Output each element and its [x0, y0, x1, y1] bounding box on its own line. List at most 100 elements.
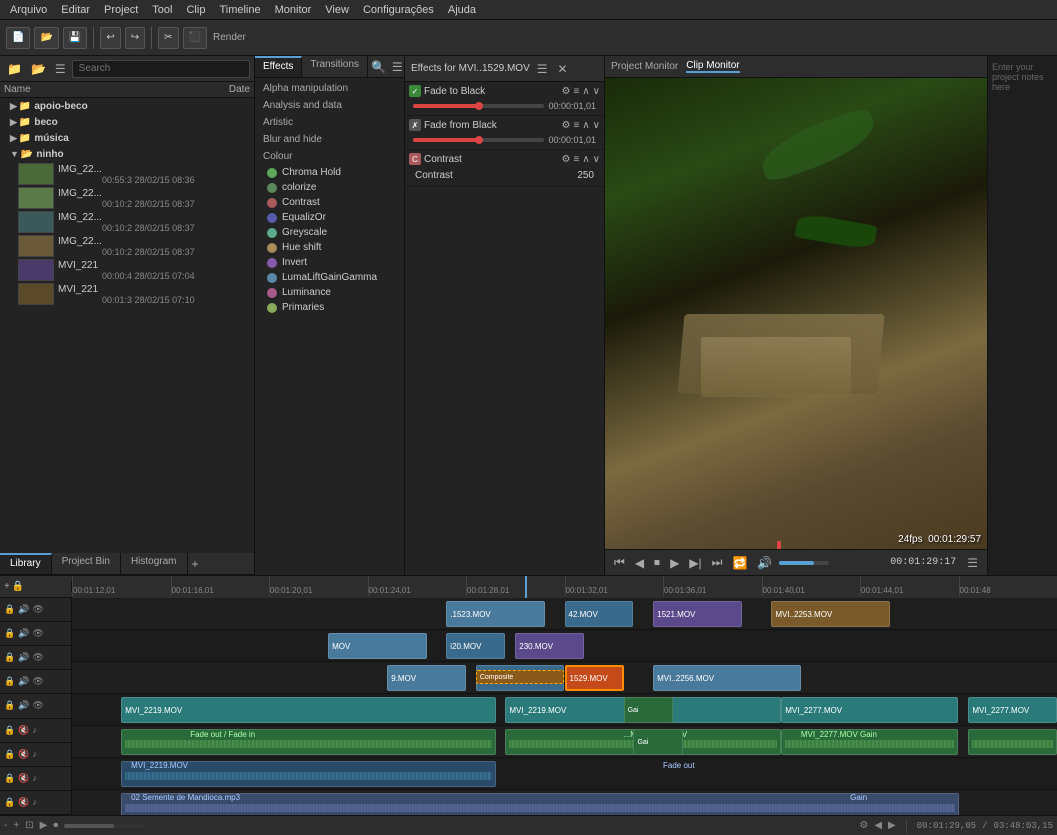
list-item[interactable]: ▼ 📂 ninho	[0, 146, 254, 162]
clip[interactable]: Gai	[624, 697, 673, 723]
audio-icon[interactable]: ♪	[32, 797, 37, 807]
menu-monitor[interactable]: Monitor	[269, 2, 318, 18]
lock-icon[interactable]: 🔒	[4, 628, 15, 639]
render-btn[interactable]: ⬛	[183, 27, 207, 49]
effect-down-icon[interactable]: ∨	[593, 120, 600, 131]
clip[interactable]: MVI..2253.MOV	[771, 601, 889, 627]
redo-btn[interactable]: ↪	[125, 27, 145, 49]
fade-from-black-slider[interactable]	[413, 138, 544, 142]
inspector-close-btn[interactable]: ✕	[555, 61, 571, 77]
lock-icon[interactable]: 🔒	[4, 773, 15, 784]
effect-up-icon[interactable]: ∧	[582, 86, 589, 97]
effect-expand-icon[interactable]: ≡	[574, 120, 580, 131]
menu-ajuda[interactable]: Ajuda	[442, 2, 482, 18]
mute-audio-icon[interactable]: 🔇	[18, 725, 29, 736]
tab-histogram[interactable]: Histogram	[121, 553, 188, 574]
mute-icon[interactable]: 🔊	[18, 628, 29, 639]
audio-icon[interactable]: ♪	[32, 773, 37, 783]
lock-icon[interactable]: 🔒	[4, 652, 15, 663]
lock-icon[interactable]: 🔒	[4, 700, 15, 711]
open-btn[interactable]: 📂	[34, 27, 58, 49]
timeline-add-btn[interactable]: +	[4, 581, 10, 592]
list-item[interactable]: ▶ 📁 apoio-beco	[0, 98, 254, 114]
clip-btn[interactable]: ✂	[158, 27, 178, 49]
menu-project[interactable]: Project	[98, 2, 144, 18]
tab-project-monitor[interactable]: Project Monitor	[611, 61, 678, 72]
menu-view[interactable]: View	[319, 2, 355, 18]
effect-enable-btn[interactable]: ✗	[409, 119, 421, 131]
timeline-play-btn[interactable]: ▶	[40, 820, 48, 831]
list-item[interactable]: MVI_221 00:01:3 28/02/15 07:10	[0, 282, 254, 306]
clip[interactable]: MVI..2256.MOV	[653, 665, 801, 691]
fade-to-black-slider[interactable]	[413, 104, 544, 108]
clip[interactable]: .1523.MOV	[446, 601, 545, 627]
eye-icon[interactable]: 👁	[32, 652, 43, 663]
list-item[interactable]: IMG_22... 00:10:2 28/02/15 08:37	[0, 234, 254, 258]
effect-settings-icon[interactable]: ⚙	[562, 154, 571, 165]
menu-configuracoes[interactable]: Configurações	[357, 2, 440, 18]
effect-down-icon[interactable]: ∨	[593, 86, 600, 97]
lock-icon[interactable]: 🔒	[4, 676, 15, 687]
list-item[interactable]: Hue shift	[255, 240, 404, 255]
list-item[interactable]: colorize	[255, 180, 404, 195]
lock-icon[interactable]: 🔒	[4, 725, 15, 736]
list-item[interactable]: ▶ 📁 beco	[0, 114, 254, 130]
timeline-next-btn[interactable]: ▶	[888, 820, 896, 831]
list-item[interactable]: Primaries	[255, 300, 404, 315]
search-input[interactable]	[72, 60, 250, 78]
eye-icon[interactable]: 👁	[32, 676, 43, 687]
clip[interactable]: MVI_2277.MOV	[968, 697, 1057, 723]
effect-down-icon[interactable]: ∨	[593, 154, 600, 165]
eye-icon[interactable]: 👁	[32, 628, 43, 639]
clip[interactable]: 230.MOV	[515, 633, 584, 659]
list-item[interactable]: Chroma Hold	[255, 165, 404, 180]
mute-icon[interactable]: 🔊	[18, 700, 29, 711]
effect-enable-btn[interactable]: ✓	[409, 85, 421, 97]
timeline-snap-btn[interactable]: 🔒	[12, 581, 24, 592]
effect-expand-icon[interactable]: ≡	[574, 86, 580, 97]
timeline-settings-btn[interactable]: ⚙	[859, 820, 868, 831]
tab-effects[interactable]: Effects	[255, 56, 302, 77]
timeline-view-btn[interactable]: ☰	[964, 555, 981, 571]
effects-category[interactable]: Artistic	[255, 114, 404, 131]
clip[interactable]	[121, 729, 495, 755]
effects-category[interactable]: Colour	[255, 148, 404, 165]
undo-btn[interactable]: ↩	[100, 27, 120, 49]
list-item[interactable]: Contrast	[255, 195, 404, 210]
next-frame-btn[interactable]: ▶|	[686, 555, 704, 571]
list-item[interactable]: MVI_221 00:00:4 28/02/15 07:04	[0, 258, 254, 282]
list-item[interactable]: IMG_22... 00:10:2 28/02/15 08:37	[0, 186, 254, 210]
timeline-zoom-in-btn[interactable]: +	[13, 820, 19, 831]
tab-clip-monitor[interactable]: Clip Monitor	[686, 60, 739, 73]
volume-slider[interactable]	[779, 561, 829, 565]
lock-icon[interactable]: 🔒	[4, 604, 15, 615]
timeline-zoom-out-btn[interactable]: -	[4, 820, 7, 831]
effects-category[interactable]: Blur and hide	[255, 131, 404, 148]
effect-settings-icon[interactable]: ⚙	[562, 86, 571, 97]
menu-clip[interactable]: Clip	[180, 2, 211, 18]
clip[interactable]: MVI_2219.MOV	[121, 697, 495, 723]
list-item[interactable]: IMG_22... 00:55:3 28/02/15 08:36	[0, 162, 254, 186]
clip[interactable]: Gai	[633, 729, 682, 755]
prev-frame-btn[interactable]: ◀	[632, 555, 647, 571]
clip[interactable]: MVI_2277.MOV	[781, 697, 958, 723]
clip[interactable]: i20.MOV	[446, 633, 505, 659]
list-item[interactable]: ▶ 📁 música	[0, 130, 254, 146]
tab-transitions[interactable]: Transitions	[302, 56, 368, 77]
audio-icon[interactable]: ♪	[32, 749, 37, 759]
skip-end-btn[interactable]: ⏭	[709, 554, 726, 571]
clip[interactable]: 1521.MOV	[653, 601, 742, 627]
mute-audio-icon[interactable]: 🔇	[18, 797, 29, 808]
list-item[interactable]: EqualizOr	[255, 210, 404, 225]
mute-icon[interactable]: 🔊	[18, 652, 29, 663]
tab-project-bin[interactable]: Project Bin	[52, 553, 121, 574]
audio-icon[interactable]: ♪	[32, 725, 37, 735]
skip-start-btn[interactable]: ⏮	[611, 554, 628, 571]
stop-btn[interactable]: ⏹	[651, 554, 663, 571]
save-btn[interactable]: 💾	[63, 27, 87, 49]
clip[interactable]	[968, 729, 1057, 755]
loop-btn[interactable]: 🔁	[729, 555, 750, 571]
composite-clip[interactable]: Composite	[476, 670, 565, 684]
eye-icon[interactable]: 👁	[32, 604, 43, 615]
effects-search-btn[interactable]: 🔍	[368, 59, 389, 75]
